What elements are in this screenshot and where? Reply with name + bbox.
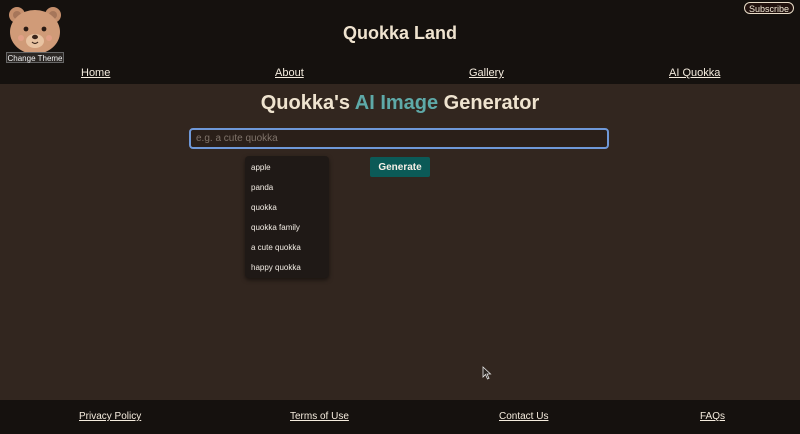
- site-footer: Privacy Policy Terms of Use Contact Us F…: [0, 400, 800, 434]
- page-title-suffix: Generator: [438, 92, 540, 114]
- faqs-link[interactable]: FAQs: [700, 411, 725, 422]
- suggestion-item[interactable]: apple: [245, 158, 329, 178]
- suggestion-item[interactable]: quokka family: [245, 218, 329, 238]
- site-title: Quokka Land: [342, 23, 458, 43]
- contact-us-link[interactable]: Contact Us: [499, 411, 548, 422]
- subscribe-button[interactable]: Subscribe: [743, 2, 794, 14]
- nav-about-link[interactable]: About: [275, 67, 304, 79]
- nav-gallery-link[interactable]: Gallery: [469, 67, 504, 79]
- change-theme-button[interactable]: Change Theme: [6, 52, 64, 63]
- page-title-prefix: Quokka's: [260, 92, 355, 114]
- page-title: Quokka's AI Image Generator: [0, 92, 800, 115]
- prompt-input[interactable]: [189, 128, 609, 149]
- terms-of-use-link[interactable]: Terms of Use: [290, 411, 349, 422]
- generate-button[interactable]: Generate: [370, 157, 430, 177]
- nav-ai-quokka-link[interactable]: AI Quokka: [669, 67, 720, 79]
- suggestion-item[interactable]: happy quokka: [245, 258, 329, 278]
- suggestion-item[interactable]: a cute quokka: [245, 238, 329, 258]
- suggestion-item[interactable]: quokka: [245, 198, 329, 218]
- page-title-accent: AI Image: [354, 92, 439, 114]
- mouse-pointer-icon: [482, 366, 492, 380]
- privacy-policy-link[interactable]: Privacy Policy: [79, 411, 141, 422]
- suggestion-item[interactable]: panda: [245, 178, 329, 198]
- site-header: Change Theme Subscribe Quokka Land Home …: [0, 0, 800, 84]
- nav-home-link[interactable]: Home: [81, 67, 110, 79]
- suggestions-dropdown: apple panda quokka quokka family a cute …: [245, 156, 329, 278]
